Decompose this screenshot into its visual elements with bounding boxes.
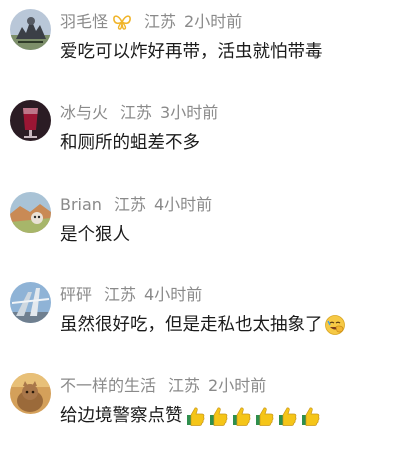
location: 江苏: [120, 103, 153, 122]
username[interactable]: 羽毛怪: [60, 11, 108, 33]
comment-meta: Brian 江苏 4小时前: [60, 194, 212, 216]
username[interactable]: Brian: [60, 194, 102, 216]
comment-item: Brian 江苏 4小时前 是个狠人: [0, 183, 401, 273]
thumbs-up-icon: [232, 407, 250, 426]
timestamp: 2小时前: [184, 12, 243, 31]
comment-item: 冰与火 江苏 3小时前 和厕所的蛆差不多: [0, 91, 401, 181]
comment-text: 爱吃可以炸好再带，活虫就怕带毒: [60, 38, 323, 66]
comment-item: 不一样的生活 江苏 2小时前 给边境警察点赞: [0, 364, 401, 450]
username[interactable]: 冰与火: [60, 102, 108, 124]
location: 江苏: [104, 285, 137, 304]
avatar[interactable]: [10, 373, 51, 414]
location: 江苏: [144, 12, 177, 31]
comment-text: 是个狠人: [60, 221, 130, 249]
avatar[interactable]: [10, 100, 51, 141]
comment-body: 给边境警察点赞: [60, 406, 183, 426]
comment-item: 砰砰 江苏 4小时前 虽然很好吃，但是走私也太抽象了: [0, 273, 401, 363]
comment-body: 是个狠人: [60, 225, 130, 245]
comment-meta: 砰砰 江苏 4小时前: [60, 284, 202, 306]
timestamp: 4小时前: [153, 195, 213, 214]
comment-item: 羽毛怪 江苏 2小时前 爱吃可以炸好再带，活虫就怕带毒: [0, 0, 401, 90]
butterfly-badge-icon: [113, 15, 131, 30]
comment-meta: 羽毛怪 江苏 2小时前: [60, 11, 242, 33]
comment-body: 虽然很好吃，但是走私也太抽象了: [60, 315, 323, 335]
thumbs-up-icon: [186, 407, 204, 426]
avatar[interactable]: [10, 9, 51, 50]
emoji-row: [183, 405, 321, 427]
comment-list: 羽毛怪 江苏 2小时前 爱吃可以炸好再带，活虫就怕带毒 冰与火 江苏 3小时前 …: [0, 0, 401, 450]
comment-meta: 冰与火 江苏 3小时前: [60, 102, 218, 124]
facepalm-laugh-emoji-icon: [324, 315, 345, 335]
username[interactable]: 不一样的生活: [60, 375, 156, 397]
comment-meta: 不一样的生活 江苏 2小时前: [60, 375, 266, 397]
comment-text: 虽然很好吃，但是走私也太抽象了: [60, 311, 346, 339]
location: 江苏: [113, 195, 146, 214]
username[interactable]: 砰砰: [60, 284, 92, 306]
comment-text: 给边境警察点赞: [60, 402, 321, 430]
thumbs-up-icon: [255, 407, 273, 426]
location: 江苏: [168, 376, 201, 395]
thumbs-up-icon: [301, 407, 319, 426]
comment-body: 和厕所的蛆差不多: [60, 133, 200, 153]
timestamp: 2小时前: [208, 376, 267, 395]
thumbs-up-icon: [209, 407, 227, 426]
avatar[interactable]: [10, 192, 51, 233]
comment-body: 爱吃可以炸好再带，活虫就怕带毒: [60, 42, 323, 62]
comment-text: 和厕所的蛆差不多: [60, 129, 200, 157]
timestamp: 4小时前: [144, 285, 203, 304]
timestamp: 3小时前: [160, 103, 219, 122]
avatar[interactable]: [10, 282, 51, 323]
thumbs-up-icon: [278, 407, 296, 426]
